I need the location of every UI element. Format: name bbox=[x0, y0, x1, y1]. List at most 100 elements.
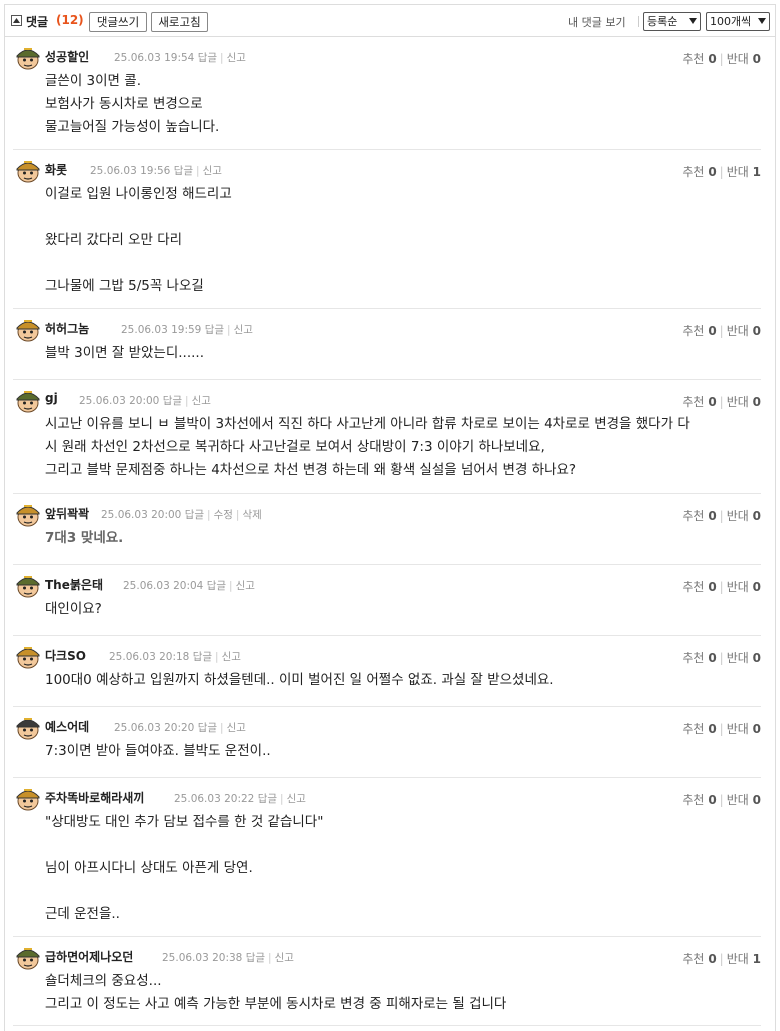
comment-text: 블박 3이면 잘 받았는디...... bbox=[45, 345, 204, 361]
comment-votes: 추천 0 | 반대 0 bbox=[682, 580, 761, 594]
downvote-button[interactable]: 반대 bbox=[727, 509, 749, 523]
downvote-button[interactable]: 반대 bbox=[727, 580, 749, 594]
per-page-select[interactable]: 100개씩 bbox=[706, 12, 770, 31]
comment-meta: 25.06.03 19:59 답글 | 신고 bbox=[121, 324, 253, 336]
comment-date: 25.06.03 19:59 bbox=[121, 324, 202, 336]
upvote-count: 0 bbox=[708, 651, 717, 665]
comment-item: 예스어데 25.06.03 20:20 답글 | 신고 추천 0 | 반대 0 7:3이면 받… bbox=[13, 707, 761, 778]
report-link[interactable]: 신고 bbox=[236, 580, 255, 592]
upvote-button[interactable]: 추천 bbox=[682, 952, 704, 966]
comment-author[interactable]: 성공할인 bbox=[45, 48, 89, 65]
upvote-button[interactable]: 추천 bbox=[682, 793, 704, 807]
upvote-count: 0 bbox=[708, 395, 717, 409]
downvote-button[interactable]: 반대 bbox=[727, 952, 749, 966]
comment-author[interactable]: 허허그놈 bbox=[45, 320, 89, 337]
report-link[interactable]: 신고 bbox=[222, 651, 241, 663]
upvote-button[interactable]: 추천 bbox=[682, 52, 704, 66]
comment-author[interactable]: 예스어데 bbox=[45, 718, 89, 735]
comment-votes: 추천 0 | 반대 0 bbox=[682, 324, 761, 338]
report-link[interactable]: 신고 bbox=[227, 52, 246, 64]
report-link[interactable]: 신고 bbox=[287, 793, 306, 805]
downvote-button[interactable]: 반대 bbox=[727, 395, 749, 409]
comment-item: 급하면어제나오던 25.06.03 20:38 답글 | 신고 추천 0 | 반대 1 숄더체… bbox=[13, 937, 761, 1026]
sort-select[interactable]: 등록순 bbox=[643, 12, 701, 31]
comment-votes: 추천 0 | 반대 0 bbox=[682, 509, 761, 523]
downvote-count: 0 bbox=[752, 395, 761, 409]
report-link[interactable]: 신고 bbox=[275, 952, 294, 964]
comment-date: 25.06.03 19:56 bbox=[90, 165, 171, 177]
downvote-count: 0 bbox=[752, 324, 761, 338]
downvote-button[interactable]: 반대 bbox=[727, 722, 749, 736]
report-link[interactable]: 신고 bbox=[234, 324, 253, 336]
upvote-button[interactable]: 추천 bbox=[682, 722, 704, 736]
avatar-icon bbox=[15, 388, 41, 414]
upvote-count: 0 bbox=[708, 952, 717, 966]
upvote-count: 0 bbox=[708, 793, 717, 807]
comment-meta: 25.06.03 19:54 답글 | 신고 bbox=[114, 52, 246, 64]
upvote-button[interactable]: 추천 bbox=[682, 509, 704, 523]
avatar-icon bbox=[15, 158, 41, 184]
upvote-button[interactable]: 추천 bbox=[682, 580, 704, 594]
downvote-button[interactable]: 반대 bbox=[727, 651, 749, 665]
comment-date: 25.06.03 20:22 bbox=[174, 793, 255, 805]
downvote-button[interactable]: 반대 bbox=[727, 52, 749, 66]
comment-votes: 추천 0 | 반대 1 bbox=[682, 165, 761, 179]
comment-meta: 25.06.03 20:18 답글 | 신고 bbox=[109, 651, 241, 663]
comment-author[interactable]: The붉은태 bbox=[45, 576, 103, 593]
report-link[interactable]: 신고 bbox=[227, 722, 246, 734]
delete-link[interactable]: 삭제 bbox=[242, 509, 261, 521]
comment-date: 25.06.03 19:54 bbox=[114, 52, 195, 64]
downvote-count: 0 bbox=[752, 509, 761, 523]
upvote-count: 0 bbox=[708, 52, 717, 66]
comment-item: 화롯 25.06.03 19:56 답글 | 신고 추천 0 | 반대 1 이걸로 입원 나이… bbox=[13, 150, 761, 309]
upvote-button[interactable]: 추천 bbox=[682, 324, 704, 338]
write-comment-button[interactable]: 댓글쓰기 bbox=[89, 12, 147, 32]
edit-link[interactable]: 수정 bbox=[214, 509, 233, 521]
reply-link[interactable]: 답글 bbox=[174, 165, 193, 177]
downvote-button[interactable]: 반대 bbox=[727, 793, 749, 807]
comment-item: 다크SO 25.06.03 20:18 답글 | 신고 추천 0 | 반대 0 100대0 예… bbox=[13, 636, 761, 707]
comment-toolbar: 댓글 (12) 댓글쓰기 새로고침 내 댓글 보기 등록순 100개씩 bbox=[5, 5, 775, 37]
report-link[interactable]: 신고 bbox=[203, 165, 222, 177]
avatar-icon bbox=[15, 502, 41, 528]
comment-meta: 25.06.03 20:22 답글 | 신고 bbox=[174, 793, 306, 805]
report-link[interactable]: 신고 bbox=[192, 395, 211, 407]
reply-link[interactable]: 답글 bbox=[198, 722, 217, 734]
comment-author[interactable]: 앞뒤꽉꽉 bbox=[45, 505, 89, 522]
reply-link[interactable]: 답글 bbox=[185, 509, 204, 521]
downvote-button[interactable]: 반대 bbox=[727, 324, 749, 338]
comment-author[interactable]: 화롯 bbox=[45, 161, 67, 178]
reply-link[interactable]: 답글 bbox=[246, 952, 265, 964]
reply-link[interactable]: 답글 bbox=[198, 52, 217, 64]
reply-link[interactable]: 답글 bbox=[258, 793, 277, 805]
comment-meta: 25.06.03 20:38 답글 | 신고 bbox=[162, 952, 294, 964]
comment-text: 숄더체크의 중요성... 그리고 이 정도는 사고 예측 가능한 부분에 동시차… bbox=[45, 973, 507, 1012]
reply-link[interactable]: 답글 bbox=[193, 651, 212, 663]
comment-text: 시고난 이유를 보니 ㅂ 블박이 3차선에서 직진 하다 사고난게 아니라 합류… bbox=[45, 416, 690, 478]
comment-text: 대인이요? bbox=[45, 601, 102, 617]
per-page-select-value: 100개씩 bbox=[710, 15, 752, 28]
reply-link[interactable]: 답글 bbox=[205, 324, 224, 336]
comment-author[interactable]: 급하면어제나오던 bbox=[45, 948, 133, 965]
comment-text: "상대방도 대인 추가 담보 접수를 한 것 같습니다" 님이 아프시다니 상대… bbox=[45, 814, 324, 922]
reply-link[interactable]: 답글 bbox=[163, 395, 182, 407]
upvote-button[interactable]: 추천 bbox=[682, 651, 704, 665]
avatar-icon bbox=[15, 786, 41, 812]
my-comments-link[interactable]: 내 댓글 보기 bbox=[568, 14, 626, 30]
avatar-icon bbox=[15, 573, 41, 599]
upvote-button[interactable]: 추천 bbox=[682, 395, 704, 409]
comment-author[interactable]: 다크SO bbox=[45, 647, 86, 664]
refresh-button[interactable]: 새로고침 bbox=[151, 12, 208, 32]
upvote-button[interactable]: 추천 bbox=[682, 165, 704, 179]
comment-author[interactable]: gj bbox=[45, 391, 58, 405]
comment-author[interactable]: 주차똑바로해라새끼 bbox=[45, 789, 144, 806]
comment-text: 7대3 맞네요. bbox=[45, 530, 124, 546]
collapse-icon[interactable] bbox=[11, 15, 22, 26]
comment-item: 허허그놈 25.06.03 19:59 답글 | 신고 추천 0 | 반대 0 블박 3이면 … bbox=[13, 309, 761, 380]
upvote-count: 0 bbox=[708, 722, 717, 736]
comment-date: 25.06.03 20:20 bbox=[114, 722, 195, 734]
comment-votes: 추천 0 | 반대 0 bbox=[682, 651, 761, 665]
upvote-count: 0 bbox=[708, 509, 717, 523]
reply-link[interactable]: 답글 bbox=[207, 580, 226, 592]
downvote-button[interactable]: 반대 bbox=[727, 165, 749, 179]
